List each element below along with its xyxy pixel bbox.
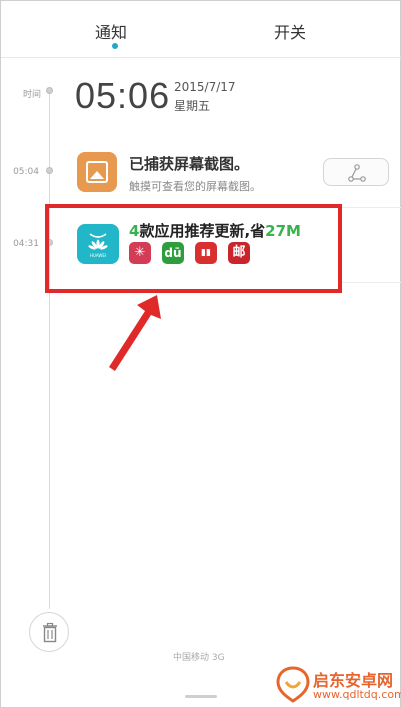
- highlight-box: [45, 204, 342, 293]
- tab-notifications[interactable]: 通知: [95, 19, 127, 43]
- active-tab-indicator: [112, 43, 118, 49]
- current-date: 2015/7/17: [174, 80, 236, 94]
- tab-switches[interactable]: 开关: [274, 19, 306, 43]
- gallery-icon-frame: [86, 161, 108, 183]
- drag-handle[interactable]: [185, 695, 217, 698]
- watermark: 启东安卓网 www.qdltdq.com: [273, 661, 401, 707]
- screen-frame: 通知 开关 时间 05:04 04:31 05:06 2015/7/17 星期五…: [0, 0, 401, 708]
- tabs-divider: [1, 57, 401, 58]
- gallery-icon[interactable]: [77, 152, 117, 192]
- carrier-label: 中国移动 3G: [173, 653, 225, 663]
- screenshot-notification-title[interactable]: 已捕获屏幕截图。: [129, 153, 249, 174]
- timeline-time-entry2: 04:31: [13, 239, 39, 249]
- watermark-logo-icon: [276, 666, 310, 703]
- notification-tabs: 通知 开关: [1, 1, 401, 55]
- timeline-time-entry1: 05:04: [13, 167, 39, 177]
- watermark-url: www.qdltdq.com: [313, 688, 401, 701]
- timeline-time-label: 时间: [22, 90, 41, 100]
- timeline-dot-entry1: [46, 167, 53, 174]
- notification-divider: [341, 282, 401, 283]
- trash-icon: [43, 622, 57, 643]
- pointer-arrow-icon: [109, 295, 161, 371]
- share-icon: [348, 164, 366, 182]
- timeline-dot-header: [46, 87, 53, 94]
- current-weekday: 星期五: [174, 99, 211, 113]
- current-time: 05:06: [75, 75, 171, 116]
- screenshot-notification-subtitle[interactable]: 触摸可查看您的屏幕截图。: [129, 178, 261, 194]
- clear-all-button[interactable]: [29, 612, 69, 652]
- share-button[interactable]: [323, 158, 389, 186]
